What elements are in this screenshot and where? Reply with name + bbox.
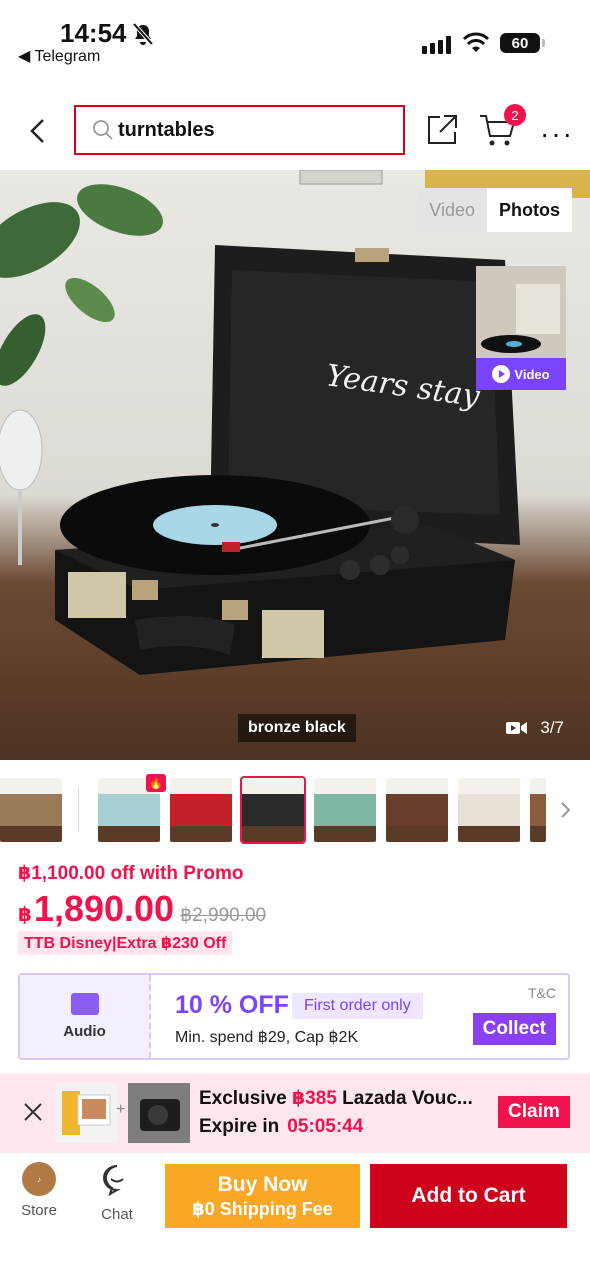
voucher-discount: 10 % OFF xyxy=(175,991,289,1019)
chat-button[interactable]: Chat xyxy=(94,1162,140,1223)
variant-thumbnails xyxy=(0,776,590,844)
plus-icon: + xyxy=(116,1101,126,1118)
bell-muted-icon xyxy=(132,22,154,46)
chat-label: Chat xyxy=(101,1206,133,1223)
terms-link[interactable]: T&C xyxy=(528,985,556,1001)
bottom-action-bar: ♪ Store Chat Buy Now ฿0 Shipping Fee Add… xyxy=(0,1160,590,1230)
battery-indicator: 60 xyxy=(500,33,545,53)
store-label: Store xyxy=(21,1202,57,1219)
original-price: ฿2,990.00 xyxy=(180,905,267,926)
banner-expiry: Expire in 05:05:44 xyxy=(199,1116,364,1137)
voucher-card: Audio 10 % OFF First order only Min. spe… xyxy=(18,973,570,1060)
top-nav: turntables ··· xyxy=(0,100,590,162)
buy-now-label: Buy Now xyxy=(217,1172,308,1196)
thumbnail-divider xyxy=(78,788,79,832)
voucher-category: Audio xyxy=(20,975,151,1058)
buy-now-button[interactable]: Buy Now ฿0 Shipping Fee xyxy=(165,1164,360,1228)
cart-count-badge: 2 xyxy=(504,104,526,126)
back-to-telegram[interactable]: ◀ Telegram xyxy=(18,46,100,66)
close-icon[interactable] xyxy=(22,1101,44,1123)
voucher-banner: + Exclusive ฿385 Lazada Vouc... Expire i… xyxy=(0,1073,590,1153)
promo-text: ฿1,100.00 off with Promo xyxy=(18,863,244,884)
store-button[interactable]: ♪ Store xyxy=(14,1162,64,1219)
voucher-badge: First order only xyxy=(292,993,423,1019)
share-icon[interactable] xyxy=(424,112,460,148)
turntable-photo: Years stay xyxy=(0,170,590,675)
wifi-icon xyxy=(462,32,490,52)
variant-label: bronze black xyxy=(238,714,356,742)
store-logo: ♪ xyxy=(22,1162,56,1196)
collect-button[interactable]: Collect xyxy=(472,1013,556,1045)
banner-camera-image xyxy=(128,1083,190,1143)
audio-icon xyxy=(70,993,99,1015)
photo-prints-image xyxy=(62,1091,111,1135)
voucher-terms: Min. spend ฿29, Cap ฿2K xyxy=(175,1029,359,1046)
shipping-fee-label: ฿0 Shipping Fee xyxy=(192,1198,333,1219)
play-icon xyxy=(492,365,511,383)
thumbnail-6[interactable] xyxy=(458,778,520,842)
voucher-category-label: Audio xyxy=(63,1023,106,1040)
banner-product-image xyxy=(56,1083,118,1143)
price-currency: ฿ xyxy=(18,904,32,926)
tab-photos[interactable]: Photos xyxy=(487,188,572,232)
more-options-icon[interactable]: ··· xyxy=(540,118,574,150)
claim-button[interactable]: Claim xyxy=(498,1096,570,1128)
media-tabs: Video Photos xyxy=(417,188,572,232)
video-thumbnail[interactable]: Video xyxy=(476,266,566,390)
thumbnail-4[interactable] xyxy=(314,778,376,842)
add-to-cart-button[interactable]: Add to Cart xyxy=(370,1164,567,1228)
search-query: turntables xyxy=(118,118,215,141)
thumbnail-5[interactable] xyxy=(386,778,448,842)
chat-icon xyxy=(103,1165,124,1197)
countdown-timer: 05:05:44 xyxy=(287,1116,364,1137)
hot-badge-icon: 🔥 xyxy=(146,774,166,792)
current-price: 1,890.00 xyxy=(33,888,175,929)
chevron-right-icon[interactable] xyxy=(560,800,572,820)
thumbnail-2[interactable] xyxy=(170,778,232,842)
thumbnail-7[interactable] xyxy=(530,778,546,842)
status-bar: 14:54 ◀ Telegram 60 xyxy=(0,0,590,90)
search-input[interactable]: turntables xyxy=(74,105,405,155)
camera-image xyxy=(128,1083,190,1143)
video-preview-image xyxy=(476,266,566,358)
image-counter: 3/7 xyxy=(506,718,564,738)
price-block: ฿ 1,890.00 ฿2,990.00 xyxy=(18,888,266,930)
thumbnail-0[interactable] xyxy=(0,778,62,842)
tab-video[interactable]: Video xyxy=(417,188,487,232)
thumbnail-3-selected[interactable] xyxy=(240,776,306,844)
video-label: Video xyxy=(476,358,566,390)
banner-title: Exclusive ฿385 Lazada Vouc... xyxy=(199,1088,473,1109)
clock: 14:54 xyxy=(60,18,127,48)
search-icon xyxy=(93,120,113,140)
video-camera-icon xyxy=(506,722,528,734)
signal-icon xyxy=(422,36,451,54)
product-image[interactable]: Years stay Video Photos Video bronze bla… xyxy=(0,170,590,760)
bank-promo-tag[interactable]: TTB Disney|Extra ฿230 Off xyxy=(18,931,233,955)
back-arrow-icon[interactable] xyxy=(22,114,56,148)
